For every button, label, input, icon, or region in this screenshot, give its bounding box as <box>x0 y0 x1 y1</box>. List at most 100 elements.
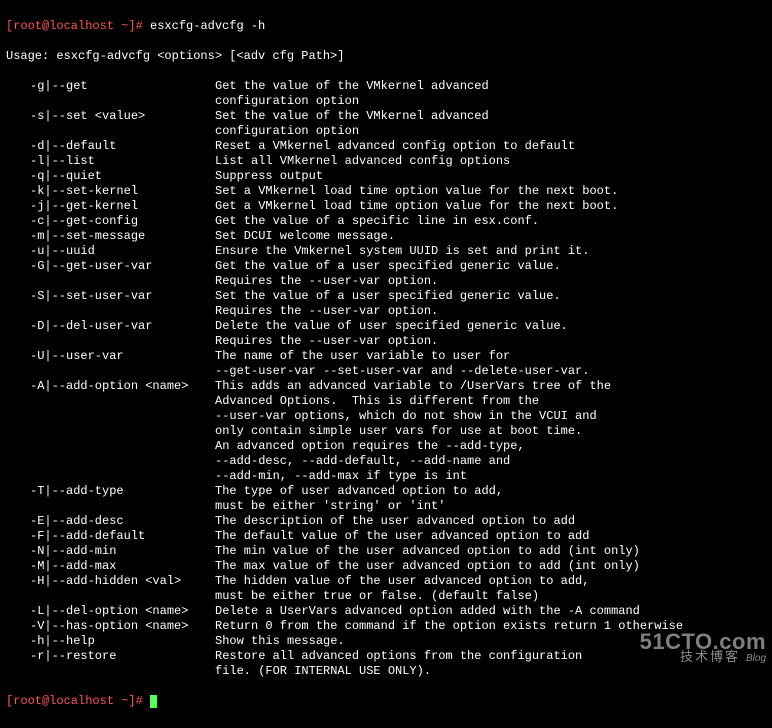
option-row: -q|--quietSuppress output <box>6 169 766 184</box>
option-desc: Return 0 from the command if the option … <box>215 619 683 634</box>
option-row: -m|--set-messageSet DCUI welcome message… <box>6 229 766 244</box>
option-flag: -U|--user-var <box>30 349 215 364</box>
option-desc: Set a VMkernel load time option value fo… <box>215 184 618 199</box>
option-row: file. (FOR INTERNAL USE ONLY). <box>6 664 766 679</box>
option-desc: The type of user advanced option to add, <box>215 484 503 499</box>
option-desc: must be either true or false. (default f… <box>215 589 539 604</box>
option-desc: --add-desc, --add-default, --add-name an… <box>215 454 510 469</box>
options-list: -g|--getGet the value of the VMkernel ad… <box>6 79 766 679</box>
option-desc: file. (FOR INTERNAL USE ONLY). <box>215 664 431 679</box>
option-row: -T|--add-typeThe type of user advanced o… <box>6 484 766 499</box>
option-flag: -S|--set-user-var <box>30 289 215 304</box>
option-desc: Requires the --user-var option. <box>215 304 438 319</box>
option-desc: An advanced option requires the --add-ty… <box>215 439 525 454</box>
prompt-line-2[interactable]: [root@localhost ~]# <box>6 694 766 709</box>
option-row: An advanced option requires the --add-ty… <box>6 439 766 454</box>
option-row: Advanced Options. This is different from… <box>6 394 766 409</box>
option-flag: -T|--add-type <box>30 484 215 499</box>
option-row: must be either true or false. (default f… <box>6 589 766 604</box>
option-desc: Ensure the Vmkernel system UUID is set a… <box>215 244 589 259</box>
option-row: -E|--add-descThe description of the user… <box>6 514 766 529</box>
option-desc: Requires the --user-var option. <box>215 274 438 289</box>
option-flag: -G|--get-user-var <box>30 259 215 274</box>
option-desc: must be either 'string' or 'int' <box>215 499 445 514</box>
option-desc: The hidden value of the user advanced op… <box>215 574 589 589</box>
option-row: -s|--set <value>Set the value of the VMk… <box>6 109 766 124</box>
option-desc: only contain simple user vars for use at… <box>215 424 582 439</box>
option-flag: -g|--get <box>30 79 215 94</box>
option-row: -c|--get-configGet the value of a specif… <box>6 214 766 229</box>
option-flag: -m|--set-message <box>30 229 215 244</box>
option-row: must be either 'string' or 'int' <box>6 499 766 514</box>
option-desc: Get the value of a specific line in esx.… <box>215 214 539 229</box>
option-desc: List all VMkernel advanced config option… <box>215 154 510 169</box>
watermark-blog: Blog <box>746 653 766 664</box>
usage-line: Usage: esxcfg-advcfg <options> [<adv cfg… <box>6 49 766 64</box>
cursor-icon <box>150 695 157 708</box>
option-row: Requires the --user-var option. <box>6 274 766 289</box>
command-1: esxcfg-advcfg -h <box>143 19 265 33</box>
option-row: only contain simple user vars for use at… <box>6 424 766 439</box>
option-row: -u|--uuidEnsure the Vmkernel system UUID… <box>6 244 766 259</box>
option-desc: Set the value of the VMkernel advanced <box>215 109 489 124</box>
option-desc: Set the value of a user specified generi… <box>215 289 561 304</box>
option-row: -j|--get-kernelGet a VMkernel load time … <box>6 199 766 214</box>
option-desc: --user-var options, which do not show in… <box>215 409 597 424</box>
option-desc: The max value of the user advanced optio… <box>215 559 640 574</box>
option-flag: -V|--has-option <name> <box>30 619 215 634</box>
option-row: -F|--add-defaultThe default value of the… <box>6 529 766 544</box>
option-desc: Get the value of a user specified generi… <box>215 259 561 274</box>
prompt-line-1[interactable]: [root@localhost ~]# esxcfg-advcfg -h <box>6 19 766 34</box>
option-row: --user-var options, which do not show in… <box>6 409 766 424</box>
terminal-output: [root@localhost ~]# esxcfg-advcfg -h Usa… <box>0 0 772 728</box>
option-row: -M|--add-maxThe max value of the user ad… <box>6 559 766 574</box>
option-desc: Get a VMkernel load time option value fo… <box>215 199 618 214</box>
option-desc: Show this message. <box>215 634 345 649</box>
option-row: -d|--defaultReset a VMkernel advanced co… <box>6 139 766 154</box>
option-row: -D|--del-user-varDelete the value of use… <box>6 319 766 334</box>
option-desc: The description of the user advanced opt… <box>215 514 575 529</box>
prompt-user-2: [root@localhost ~]# <box>6 694 143 708</box>
option-flag: -u|--uuid <box>30 244 215 259</box>
option-desc: The name of the user variable to user fo… <box>215 349 510 364</box>
option-row: configuration option <box>6 124 766 139</box>
option-row: -L|--del-option <name>Delete a UserVars … <box>6 604 766 619</box>
watermark: 51CTO.com 技术博客 Blog <box>640 634 766 666</box>
option-flag: -h|--help <box>30 634 215 649</box>
option-desc: This adds an advanced variable to /UserV… <box>215 379 611 394</box>
prompt-user-1: [root@localhost ~]# <box>6 19 143 33</box>
command-2 <box>143 694 150 708</box>
option-flag: -c|--get-config <box>30 214 215 229</box>
option-desc: --add-min, --add-max if type is int <box>215 469 467 484</box>
option-desc: Set DCUI welcome message. <box>215 229 395 244</box>
option-row: --get-user-var --set-user-var and --dele… <box>6 364 766 379</box>
option-row: -A|--add-option <name>This adds an advan… <box>6 379 766 394</box>
option-desc: The min value of the user advanced optio… <box>215 544 640 559</box>
option-row: Requires the --user-var option. <box>6 334 766 349</box>
option-desc: Advanced Options. This is different from… <box>215 394 539 409</box>
option-desc: configuration option <box>215 124 359 139</box>
option-flag: -j|--get-kernel <box>30 199 215 214</box>
option-desc: Requires the --user-var option. <box>215 334 438 349</box>
option-flag: -q|--quiet <box>30 169 215 184</box>
option-row: -l|--listList all VMkernel advanced conf… <box>6 154 766 169</box>
option-flag: -E|--add-desc <box>30 514 215 529</box>
option-row: --add-desc, --add-default, --add-name an… <box>6 454 766 469</box>
option-desc: configuration option <box>215 94 359 109</box>
option-flag: -r|--restore <box>30 649 215 664</box>
option-flag: -F|--add-default <box>30 529 215 544</box>
option-row: --add-min, --add-max if type is int <box>6 469 766 484</box>
option-desc: Restore all advanced options from the co… <box>215 649 582 664</box>
option-row: configuration option <box>6 94 766 109</box>
option-flag: -A|--add-option <name> <box>30 379 215 394</box>
option-flag: -k|--set-kernel <box>30 184 215 199</box>
option-row: -k|--set-kernelSet a VMkernel load time … <box>6 184 766 199</box>
watermark-domain: 51CTO.com <box>640 634 766 649</box>
option-row: -G|--get-user-varGet the value of a user… <box>6 259 766 274</box>
option-row: -H|--add-hidden <val>The hidden value of… <box>6 574 766 589</box>
option-row: -U|--user-varThe name of the user variab… <box>6 349 766 364</box>
option-flag: -H|--add-hidden <val> <box>30 574 215 589</box>
option-desc: --get-user-var --set-user-var and --dele… <box>215 364 589 379</box>
watermark-sub: 技术博客 <box>680 649 740 664</box>
option-flag: -D|--del-user-var <box>30 319 215 334</box>
